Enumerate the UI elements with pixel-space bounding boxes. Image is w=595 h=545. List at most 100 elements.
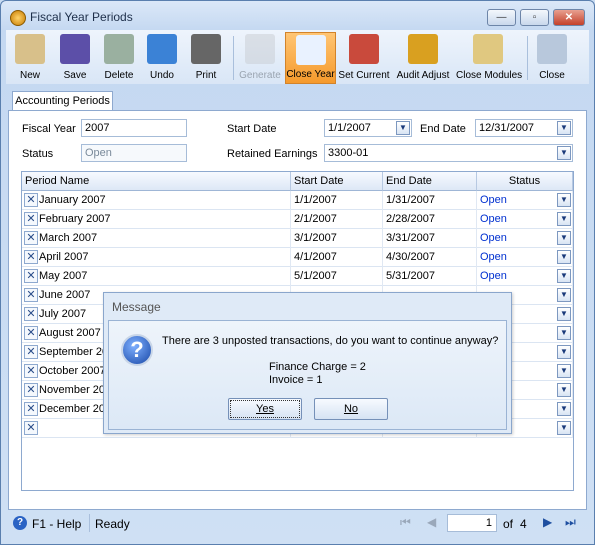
delete-row-icon[interactable]: ✕	[24, 212, 38, 226]
retained-earnings-field[interactable]: 3300-01 ▼	[324, 144, 573, 162]
table-row[interactable]: March 2007 ✕ 3/1/2007 3/31/2007 Open ▼	[22, 229, 573, 248]
floppy-disk-icon	[60, 34, 90, 64]
calendar-hand-icon	[349, 34, 379, 64]
end-date-cell[interactable]: 2/28/2007	[383, 210, 477, 229]
delete-row-icon[interactable]: ✕	[24, 250, 38, 264]
chevron-down-icon[interactable]: ▼	[557, 250, 571, 264]
period-name-cell[interactable]: January 2007	[22, 191, 291, 210]
toolbar-button-close[interactable]: Close	[531, 32, 573, 84]
tab-accounting-periods[interactable]: Accounting Periods	[12, 91, 113, 111]
last-page-icon[interactable]: ⏭	[565, 515, 576, 530]
chevron-down-icon[interactable]: ▼	[557, 326, 571, 340]
start-date-cell[interactable]: 3/1/2007	[291, 229, 383, 248]
fiscal-year-field[interactable]: 2007	[81, 119, 187, 137]
toolbar-label: Print	[195, 70, 217, 81]
toolbar-button-delete[interactable]: Delete	[97, 32, 141, 84]
start-date-cell[interactable]: 1/1/2007	[291, 191, 383, 210]
minimize-button[interactable]: —	[487, 9, 516, 26]
start-date-cell[interactable]: 5/1/2007	[291, 267, 383, 286]
period-name-cell[interactable]: April 2007	[22, 248, 291, 267]
delete-row-icon[interactable]: ✕	[24, 421, 38, 435]
no-button[interactable]: No	[314, 398, 388, 420]
chevron-down-icon[interactable]: ▼	[557, 193, 571, 207]
status-label: Status	[22, 148, 54, 160]
start-date-cell[interactable]: 4/1/2007	[291, 248, 383, 267]
chevron-down-icon[interactable]: ▼	[557, 231, 571, 245]
chevron-down-icon[interactable]: ▼	[557, 345, 571, 359]
table-row[interactable]: February 2007 ✕ 2/1/2007 2/28/2007 Open …	[22, 210, 573, 229]
end-date-cell[interactable]: 1/31/2007	[383, 191, 477, 210]
coins-tools-icon	[408, 34, 438, 64]
toolbar-button-save[interactable]: Save	[57, 32, 93, 84]
table-row[interactable]: May 2007 ✕ 5/1/2007 5/31/2007 Open ▼	[22, 267, 573, 286]
fiscal-year-label: Fiscal Year	[22, 123, 76, 135]
end-date-cell[interactable]: 4/30/2007	[383, 248, 477, 267]
page-number-input[interactable]: 1	[447, 514, 497, 532]
toolbar-button-generate[interactable]: Generate	[237, 32, 283, 84]
start-date-cell[interactable]: 2/1/2007	[291, 210, 383, 229]
period-name-cell[interactable]: February 2007	[22, 210, 291, 229]
chevron-down-icon[interactable]: ▼	[557, 269, 571, 283]
delete-row-icon[interactable]: ✕	[24, 307, 38, 321]
delete-row-icon[interactable]: ✕	[24, 231, 38, 245]
toolbar-label: Close Modules	[456, 70, 523, 81]
chevron-down-icon[interactable]: ▼	[557, 121, 571, 135]
first-page-icon[interactable]: ⏮	[400, 515, 411, 530]
help-label[interactable]: F1 - Help	[32, 517, 81, 531]
maximize-button[interactable]: ▫	[520, 9, 549, 26]
chevron-down-icon[interactable]: ▼	[557, 364, 571, 378]
delete-row-icon[interactable]: ✕	[24, 326, 38, 340]
delete-row-icon[interactable]: ✕	[24, 364, 38, 378]
end-date-cell[interactable]: 5/31/2007	[383, 267, 477, 286]
end-date-cell[interactable]: 3/31/2007	[383, 229, 477, 248]
delete-row-icon[interactable]: ✕	[24, 193, 38, 207]
chevron-down-icon[interactable]: ▼	[557, 421, 571, 435]
period-name-cell[interactable]: March 2007	[22, 229, 291, 248]
toolbar-label: New	[19, 70, 40, 81]
table-row[interactable]: January 2007 ✕ 1/1/2007 1/31/2007 Open ▼	[22, 191, 573, 210]
status-bar: ? F1 - Help Ready ⏮ ◀ 1 of 4 ▶ ⏭	[0, 512, 595, 534]
column-header-start-date[interactable]: Start Date	[291, 172, 383, 191]
new-document-icon	[15, 34, 45, 64]
delete-row-icon[interactable]: ✕	[24, 383, 38, 397]
toolbar-button-set-current[interactable]: Set Current	[338, 32, 390, 84]
toolbar-button-audit-adjust[interactable]: Audit Adjust	[394, 32, 452, 84]
delete-row-icon[interactable]: ✕	[24, 269, 38, 283]
chevron-down-icon[interactable]: ▼	[557, 307, 571, 321]
toolbar-button-print[interactable]: Print	[187, 32, 225, 84]
delete-row-icon[interactable]: ✕	[24, 402, 38, 416]
toolbar-button-close-year[interactable]: Close Year	[285, 32, 336, 84]
column-header-period-name[interactable]: Period Name	[22, 172, 291, 191]
yes-button[interactable]: Yes	[228, 398, 302, 420]
end-date-field[interactable]: 12/31/2007 ▼	[475, 119, 573, 137]
start-date-label: Start Date	[227, 123, 277, 135]
table-row[interactable]: April 2007 ✕ 4/1/2007 4/30/2007 Open ▼	[22, 248, 573, 267]
app-icon	[10, 10, 26, 26]
chevron-down-icon[interactable]: ▼	[557, 383, 571, 397]
delete-row-icon[interactable]: ✕	[24, 345, 38, 359]
toolbar-label: Generate	[239, 70, 281, 81]
end-date-label: End Date	[420, 123, 466, 135]
chevron-down-icon[interactable]: ▼	[557, 288, 571, 302]
column-header-end-date[interactable]: End Date	[383, 172, 477, 191]
delete-row-icon[interactable]: ✕	[24, 288, 38, 302]
period-name-cell[interactable]: May 2007	[22, 267, 291, 286]
chevron-down-icon[interactable]: ▼	[396, 121, 410, 135]
next-page-icon[interactable]: ▶	[543, 515, 552, 529]
chevron-down-icon[interactable]: ▼	[557, 212, 571, 226]
toolbar-button-close-modules[interactable]: Close Modules	[456, 32, 523, 84]
message-dialog: Message ? There are 3 unposted transacti…	[103, 292, 512, 434]
previous-page-icon[interactable]: ◀	[427, 515, 436, 529]
toolbar-button-undo[interactable]: Undo	[143, 32, 181, 84]
close-window-icon	[537, 34, 567, 64]
toolbar-button-new[interactable]: New	[8, 32, 52, 84]
column-header-status[interactable]: Status	[477, 172, 573, 191]
close-window-button[interactable]: ✕	[553, 9, 585, 26]
start-date-field[interactable]: 1/1/2007 ▼	[324, 119, 412, 137]
chevron-down-icon[interactable]: ▼	[557, 402, 571, 416]
chevron-down-icon[interactable]: ▼	[557, 146, 571, 160]
dialog-detail: Invoice = 1	[269, 374, 323, 386]
question-icon: ?	[121, 334, 153, 366]
close-year-check-icon	[295, 35, 326, 65]
status-field: Open	[81, 144, 187, 162]
